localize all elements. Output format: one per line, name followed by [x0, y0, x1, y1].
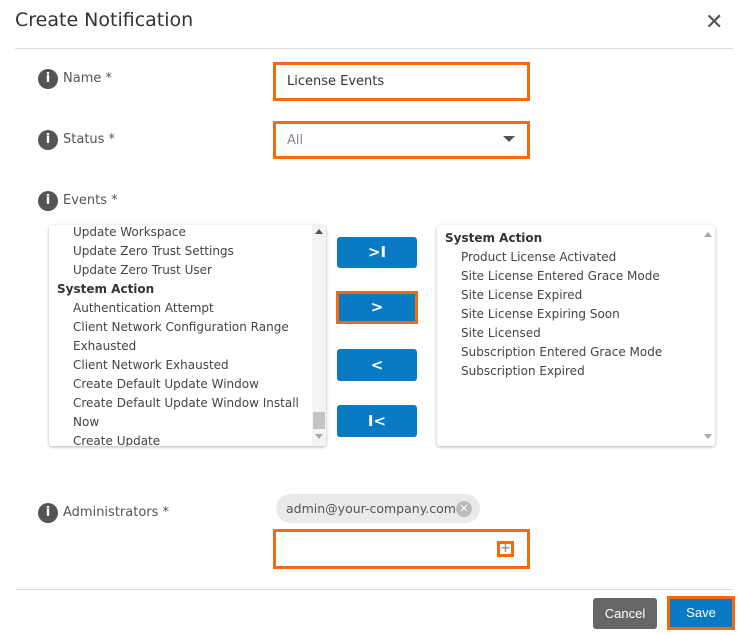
scroll-up-icon[interactable] — [704, 232, 712, 237]
save-button[interactable]: Save — [667, 596, 735, 630]
scroll-down-icon[interactable] — [704, 434, 712, 439]
divider — [15, 48, 733, 49]
scroll-thumb[interactable] — [313, 412, 325, 429]
list-item[interactable]: Update Zero Trust User — [49, 261, 326, 280]
administrator-chip: admin@your-company.com ✕ — [276, 494, 480, 523]
events-label: Events * — [63, 193, 118, 208]
list-item[interactable]: Update Zero Trust Settings — [49, 242, 326, 261]
name-input[interactable]: License Events — [273, 62, 530, 101]
remove-chip-icon[interactable]: ✕ — [456, 501, 472, 517]
scrollbar[interactable] — [312, 225, 326, 446]
list-item[interactable]: Authentication Attempt — [49, 299, 326, 318]
list-item[interactable]: Subscription Expired — [437, 362, 715, 381]
administrators-label: Administrators * — [63, 505, 170, 520]
name-label: Name * — [63, 71, 112, 86]
status-label: Status * — [63, 132, 116, 147]
info-icon[interactable]: i — [38, 69, 58, 89]
list-item[interactable]: Subscription Entered Grace Mode — [437, 343, 715, 362]
administrator-input[interactable]: + — [273, 529, 530, 569]
list-group-header: System Action — [445, 231, 543, 245]
list-item[interactable]: Site Licensed — [437, 324, 715, 343]
list-item[interactable]: Create Default Update Window Install Now — [49, 394, 326, 432]
list-item[interactable]: Client Network Exhausted — [49, 356, 326, 375]
add-all-button[interactable]: >I — [337, 237, 417, 268]
list-item[interactable]: Update Workspace — [49, 225, 326, 242]
remove-button[interactable]: < — [337, 349, 417, 381]
list-group-header: System Action — [57, 282, 155, 296]
scrollbar[interactable] — [701, 225, 715, 446]
divider — [15, 589, 733, 590]
selected-events-list[interactable]: System Action Product License Activated Si… — [437, 225, 715, 446]
dialog-title: Create Notification — [15, 9, 194, 31]
info-icon[interactable]: i — [38, 503, 58, 523]
cancel-button[interactable]: Cancel — [593, 598, 657, 629]
list-item[interactable]: Site License Expiring Soon — [437, 305, 715, 324]
available-events-list[interactable]: Update Workspace Update Zero Trust Settin… — [49, 225, 326, 446]
info-icon[interactable]: i — [38, 130, 58, 150]
administrator-email: admin@your-company.com — [286, 501, 456, 516]
list-item[interactable]: Site License Entered Grace Mode — [437, 267, 715, 286]
list-item[interactable]: Site License Expired — [437, 286, 715, 305]
close-icon[interactable]: ✕ — [705, 10, 723, 35]
add-icon[interactable]: + — [497, 541, 514, 557]
list-item[interactable]: Client Network Configuration Range Exhau… — [49, 318, 326, 356]
list-item[interactable]: Create Default Update Window — [49, 375, 326, 394]
status-select[interactable]: All — [273, 121, 530, 159]
chevron-down-icon — [503, 136, 515, 142]
remove-all-button[interactable]: I< — [337, 405, 417, 437]
scroll-up-icon[interactable] — [315, 229, 323, 234]
scroll-down-icon[interactable] — [315, 434, 323, 439]
list-item[interactable]: Create Update — [49, 432, 326, 446]
list-item[interactable]: Product License Activated — [437, 248, 715, 267]
add-button[interactable]: > — [336, 291, 418, 324]
status-value: All — [287, 132, 304, 148]
info-icon[interactable]: i — [38, 191, 58, 211]
